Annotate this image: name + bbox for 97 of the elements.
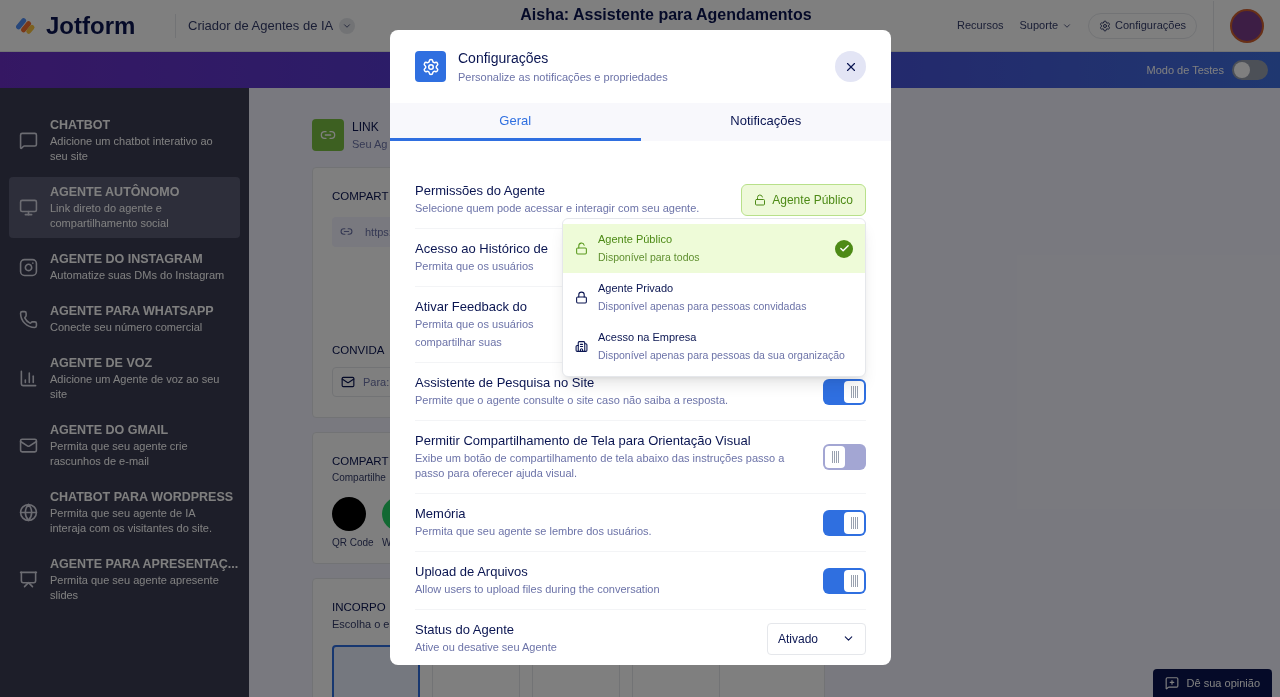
status-select[interactable]: Ativado — [767, 622, 866, 655]
setting-description: Allow users to upload files during the conversation — [415, 582, 660, 597]
setting-title: Ativar Feedback do — [415, 299, 527, 314]
sidebar-item-title: AGENTE AUTÔNOMO — [50, 184, 180, 201]
sidebar-item-description: Permita que seu agente de IA interaja com os visitantes do site. — [50, 506, 214, 536]
sidebar-item[interactable]: CHATBOT Adicione um chatbot interativo ao seu site — [9, 110, 240, 171]
setting-description: compartilhar suas — [415, 335, 502, 350]
product-menu[interactable]: Criador de Agentes de IA — [188, 15, 356, 36]
sidebar-item[interactable]: AGENTE PARA APRESENTAÇ... Permita que seu agente apresente slides — [9, 549, 240, 610]
sidebar-item-description: Adicione um Agente de voz ao seu site — [50, 372, 221, 402]
dialog-tab[interactable]: Geral — [390, 103, 641, 141]
phone-icon — [19, 309, 38, 329]
share-channel-label: QR Code — [332, 536, 374, 551]
card-title: LINK — [352, 119, 379, 136]
dialog-title: Configurações — [458, 48, 550, 68]
setting-title: Assistente de Pesquisa no Site — [415, 375, 595, 390]
option-description: Disponível apenas para pessoas convidadas — [598, 299, 807, 315]
bar-chart-icon — [19, 369, 38, 388]
test-mode-label: Modo de Testes — [1146, 62, 1224, 78]
setting-description: Permite que o agente consulte o site caso não saiba a resposta. — [415, 393, 729, 408]
option-description: Disponível apenas para pessoas da sua organização — [598, 348, 845, 364]
sidebar-item-title: AGENTE DO INSTAGRAM — [50, 251, 203, 268]
sidebar-item-title: AGENTE PARA WHATSAPP — [50, 303, 214, 320]
setting-description: Ative ou desative seu Agente — [415, 640, 557, 655]
sidebar-item-description: Link direto do agente e compartilhamento social — [50, 201, 170, 231]
setting-title: Status do Agente — [415, 622, 515, 637]
sidebar-item[interactable]: AGENTE PARA WHATSAPP Conecte seu número comercial — [9, 296, 240, 342]
nav-link[interactable]: Recursos — [957, 17, 1004, 34]
toggle-switch[interactable] — [823, 509, 866, 536]
setting-title: Upload de Arquivos — [415, 564, 528, 579]
setting-title: Permissões do Agente — [415, 183, 546, 198]
card-subtitle: Compartilhe — [332, 471, 386, 486]
nav-link[interactable]: Suporte — [1019, 17, 1073, 34]
lock-icon — [575, 291, 588, 304]
card-subtitle: Escolha o e — [332, 617, 390, 633]
sidebar-item-title: AGENTE DE VOZ — [50, 355, 153, 372]
sidebar-item[interactable]: AGENTE DE VOZ Adicione um Agente de voz ao seu site — [9, 348, 240, 409]
option-title: Agente Privado — [598, 280, 674, 296]
toggle-switch[interactable] — [823, 567, 866, 594]
setting-description: Exibe um botão de compartilhamento de tela abaixo das instruções passo a passo para oferecer ajuda visual. — [415, 451, 786, 481]
globe-icon — [19, 503, 38, 522]
sidebar-item-title: CHATBOT PARA WORDPRESS — [50, 489, 234, 506]
card-heading: COMPART — [332, 188, 389, 204]
setting-title: Permitir Compartilhamento de Tela para Orientação Visual — [415, 433, 751, 448]
monitor-icon — [19, 198, 38, 217]
sidebar-item-description: Adicione um chatbot interativo ao seu site — [50, 134, 214, 164]
feedback-button[interactable]: Dê sua opinião — [1152, 669, 1272, 697]
sidebar-item-description: Permita que seu agente apresente slides — [50, 573, 220, 603]
option-title: Agente Público — [598, 231, 672, 247]
permission-button[interactable]: Agente Público — [741, 183, 866, 216]
permission-option[interactable]: Acesso na Empresa Disponível apenas para pessoas da sua organização — [563, 322, 865, 371]
sidebar-item-description: Permita que seu agente crie rascunhos de e-mail — [50, 439, 189, 469]
settings-icon — [1099, 19, 1112, 32]
sidebar-item[interactable]: AGENTE AUTÔNOMO Link direto do agente e compartilhamento social — [9, 177, 240, 238]
permission-option[interactable]: Agente Público Disponível para todos — [563, 224, 865, 273]
settings-icon — [421, 57, 440, 76]
toggle-switch[interactable] — [823, 444, 866, 470]
setting-description: Permita que os usuários — [415, 259, 534, 274]
agent-title: Aisha: Assistente para Agendamentos — [520, 6, 812, 24]
chat-icon — [19, 131, 38, 150]
card-heading: CONVIDA — [332, 342, 385, 358]
feedback-icon — [1164, 676, 1179, 690]
dialog-subtitle: Personalize as notificações e propriedades — [458, 69, 668, 85]
option-description: Disponível para todos — [598, 250, 700, 266]
card-heading: COMPART — [332, 454, 389, 469]
permission-option[interactable]: Agente Privado Disponível apenas para pessoas convidadas — [563, 273, 865, 322]
check-icon — [835, 239, 853, 258]
setting-description: Permita que seu agente se lembre dos usuários. — [415, 524, 652, 539]
mail-icon — [341, 375, 355, 389]
setting-description: Permita que os usuários — [415, 317, 534, 332]
share-channel-icon[interactable] — [332, 497, 366, 532]
sidebar-item-title: AGENTE PARA APRESENTAÇ... — [50, 556, 239, 573]
avatar[interactable] — [1230, 8, 1264, 43]
test-mode-toggle[interactable] — [1232, 60, 1268, 80]
sidebar-item-description: Automatize suas DMs do Instagram — [50, 268, 225, 283]
close-button[interactable] — [835, 51, 866, 82]
unlock-icon — [575, 242, 588, 255]
setting-title: Memória — [415, 506, 466, 521]
sidebar-item[interactable]: AGENTE DO GMAIL Permita que seu agente crie rascunhos de e-mail — [9, 415, 240, 476]
sidebar-item-title: CHATBOT — [50, 117, 111, 134]
dialog-tab[interactable]: Notificações — [640, 103, 891, 141]
sidebar-item-description: Conecte seu número comercial — [50, 320, 203, 335]
unlock-icon — [754, 193, 767, 206]
toggle-switch[interactable] — [823, 378, 866, 405]
sidebar-item-title: AGENTE DO GMAIL — [50, 422, 169, 439]
option-title: Acesso na Empresa — [598, 329, 697, 345]
sidebar-item[interactable]: AGENTE DO INSTAGRAM Automatize suas DMs do Instagram — [9, 244, 240, 290]
card-heading: INCORPO — [332, 600, 386, 615]
card-subtitle: Seu Ag — [352, 137, 388, 152]
sidebar-item[interactable]: CHATBOT PARA WORDPRESS Permita que seu agente de IA interaja com os visitantes do site. — [9, 482, 240, 543]
mail-icon — [19, 436, 38, 455]
setting-description: Selecione quem pode acessar e interagir com seu agente. — [415, 201, 700, 216]
instagram-icon — [19, 257, 38, 277]
building-icon — [575, 340, 588, 353]
setting-title: Acesso ao Histórico de — [415, 241, 548, 256]
logo-text: Jotform — [46, 10, 136, 41]
presentation-icon — [19, 570, 38, 589]
